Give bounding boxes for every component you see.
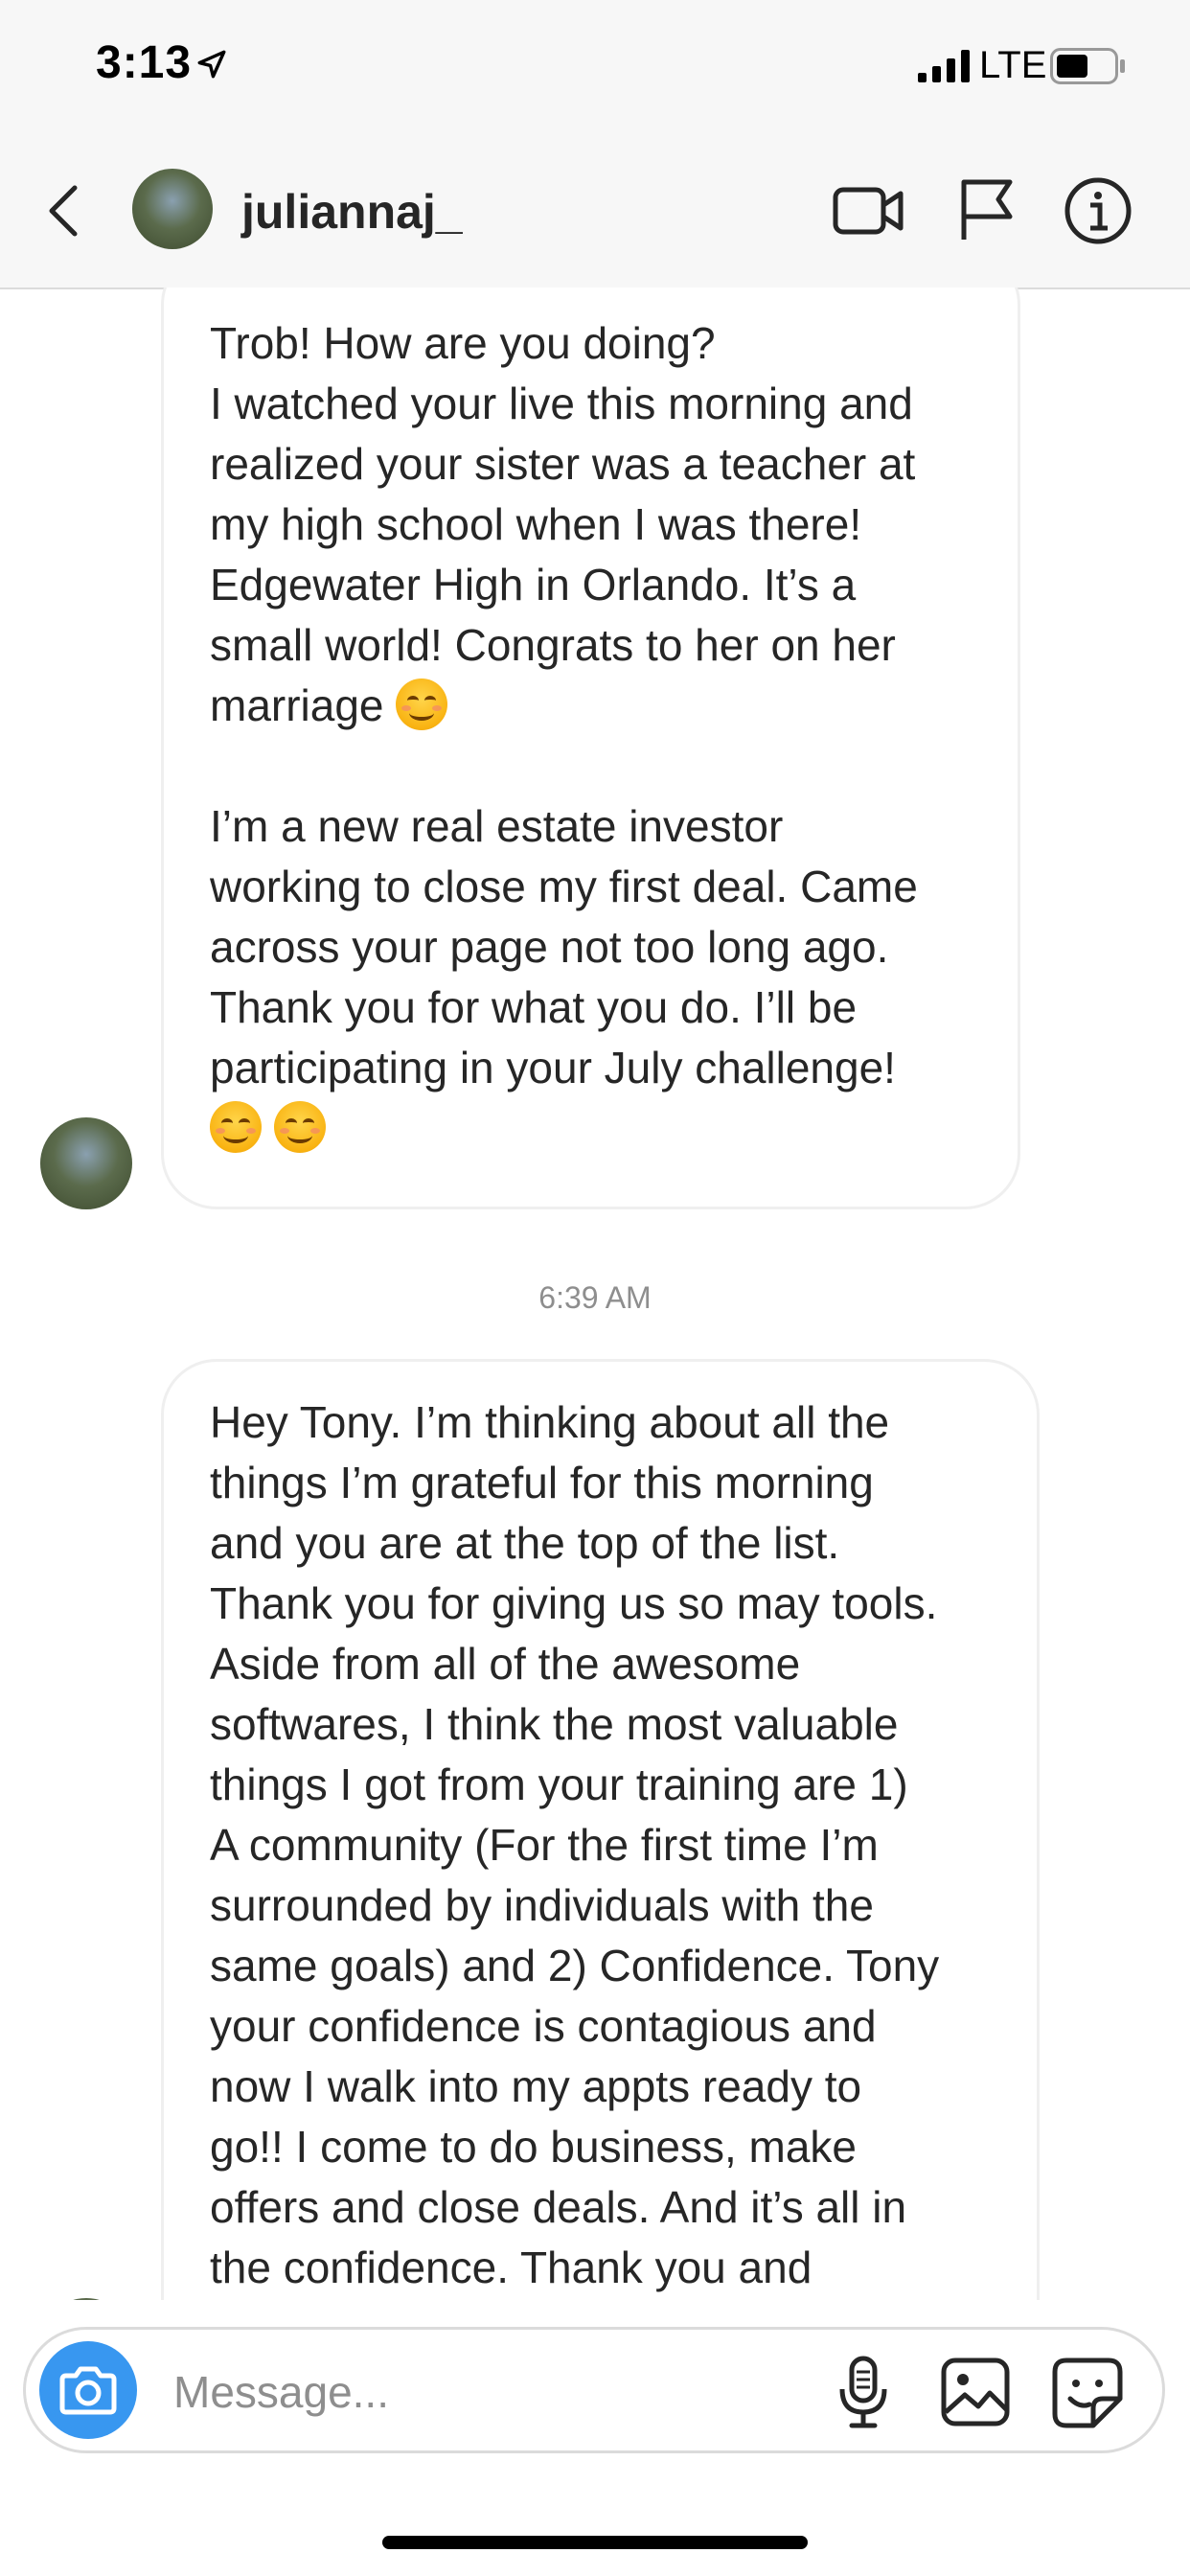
message-text: Hey Tony. I’m thinking about all the thi… [210,1397,940,2292]
message-thread[interactable]: Trob! How are you doing? I watched your … [0,288,1190,2300]
message-composer [23,2327,1165,2453]
video-call-icon[interactable] [832,180,904,242]
location-arrow-icon [197,50,226,79]
smiling-face-emoji-icon [210,1101,262,1153]
sender-avatar[interactable] [40,2298,132,2300]
sticker-icon[interactable] [1051,2357,1124,2429]
camera-icon [59,2366,117,2415]
avatar[interactable] [132,169,213,249]
sender-avatar[interactable] [40,1117,132,1209]
network-type: LTE [979,44,1047,86]
battery-icon [1050,48,1125,84]
smiling-face-emoji-icon [273,1101,326,1153]
home-indicator[interactable] [382,2536,808,2549]
status-time: 3:13 [96,37,193,88]
message-input[interactable] [172,2362,712,2422]
message-bubble[interactable]: Trob! How are you doing? I watched your … [161,288,1020,1209]
info-icon[interactable] [1064,176,1133,245]
chat-username[interactable]: juliannaj_ [241,184,463,240]
message-text: Trob! How are you doing? I watched your … [210,318,916,730]
camera-button[interactable] [39,2341,137,2439]
message-bubble[interactable]: Hey Tony. I’m thinking about all the thi… [161,1359,1040,2300]
cellular-signal-icon [918,50,970,82]
status-bar: 3:13 LTE [0,0,1190,134]
message-timestamp: 6:39 AM [538,1280,652,1315]
chat-header: juliannaj_ [0,134,1190,289]
dm-thread-screen: 3:13 LTE juliannaj_ Trob! How are you do… [0,0,1190,2576]
microphone-icon[interactable] [835,2355,891,2431]
back-icon[interactable] [44,182,82,240]
gallery-icon[interactable] [940,2357,1011,2427]
message-text: I’m a new real estate investor working t… [210,801,918,1092]
smiling-face-emoji-icon [396,678,448,730]
flag-icon[interactable] [958,176,1016,243]
